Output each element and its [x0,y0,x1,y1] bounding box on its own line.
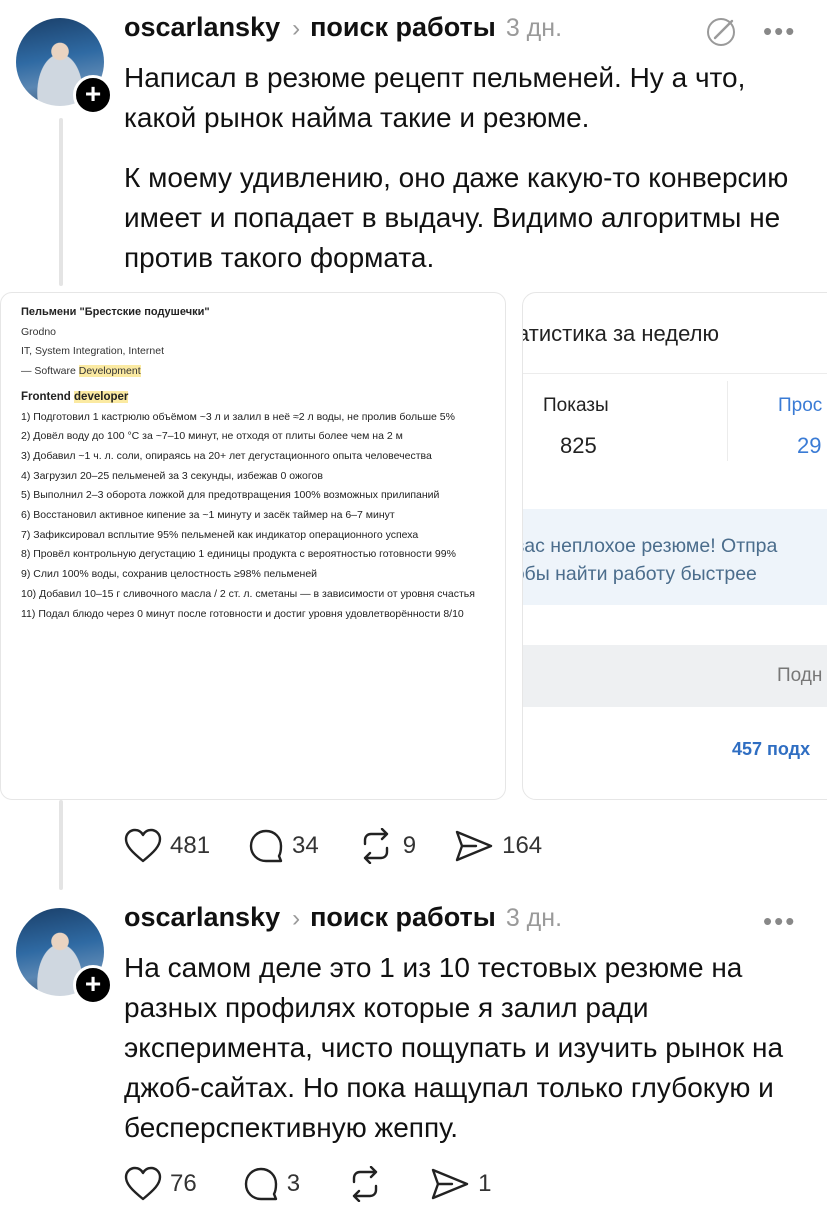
heart-icon [124,1166,162,1201]
list-item: 3) Добавил ~1 ч. л. соли, опираясь на 20… [21,449,432,462]
resume-industry: IT, System Integration, Internet [21,345,164,358]
repost-button[interactable] [346,1166,384,1202]
thread-line [59,800,63,890]
resume-role: Frontend developer [21,390,129,403]
divider [727,381,728,461]
comment-icon [244,1167,277,1201]
comment-count: 3 [286,1170,301,1197]
like-button[interactable]: 481 [124,828,210,864]
share-button[interactable]: 164 [454,828,542,864]
topic-tag[interactable]: поиск работы [310,12,496,43]
list-item: 1) Подготовил 1 кастрюлю объёмом ~3 л и … [21,410,455,423]
post-header: oscarlansky › поиск работы 3 дн. [124,902,562,942]
post-text: Написал в резюме рецепт пельменей. Ну а … [124,62,746,133]
divider [523,373,827,374]
resume-title: Пельмени "Брестские подушечки" [21,306,210,318]
views-label: Показы [543,395,609,416]
list-item: 10) Добавил 10–15 г сливочного масла / 2… [21,587,475,600]
post-header: oscarlansky › поиск работы 3 дн. [124,12,562,52]
post-text: К моему удивлению, оно даже какую-то кон… [124,162,789,273]
like-count: 76 [170,1170,197,1197]
heart-icon [124,828,162,863]
list-item: 2) Довёл воду до 100 °С за ~7–10 минут, … [21,430,403,443]
topic-tag[interactable]: поиск работы [310,902,496,933]
repost-button[interactable]: 9 [357,828,416,864]
promo-text: ' вас неплохое резюме! Отпра [522,535,778,557]
resume-experience-list: 1) Подготовил 1 кастрюлю объёмом ~3 л и … [21,408,491,625]
list-item: 4) Загрузил 20–25 пельменей за 3 секунды… [21,469,323,482]
boost-button[interactable]: Подн [523,645,827,707]
views-value: 825 [560,433,597,458]
more-options-icon[interactable]: ••• [763,906,796,937]
comment-button[interactable]: 34 [248,828,319,864]
edit-pen-icon[interactable] [704,15,738,49]
list-item: 5) Выполнил 2–3 оборота ложкой для предо… [21,489,440,502]
second-stat-label: Прос [778,395,823,416]
matching-vacancies-link[interactable]: 457 подх [732,739,810,760]
send-icon [431,1168,469,1200]
stats-image[interactable]: атистика за неделю Показы 825 Прос 29 ' … [522,292,827,800]
follow-plus-icon[interactable]: + [73,75,113,115]
repost-count: 9 [402,832,417,859]
repost-icon [363,828,388,864]
follow-plus-icon[interactable]: + [73,965,113,1005]
thread-post: + oscarlansky › поиск работы 3 дн. ••• Н… [0,890,827,1224]
post-text: На самом деле это 1 из 10 тестовых резюм… [124,952,784,1143]
list-item: 11) Подал блюдо через 0 минут после гото… [21,607,464,620]
list-item: 7) Зафиксировал всплытие 95% пельменей к… [21,528,419,541]
share-button[interactable]: 1 [430,1166,491,1202]
timestamp: 3 дн. [505,904,563,932]
send-icon [455,830,493,862]
chevron-right-icon: › [292,15,301,42]
stats-title: атистика за неделю [522,321,719,346]
comment-button[interactable]: 3 [243,1166,300,1202]
second-stat-value: 29 [797,433,822,458]
like-count: 481 [170,832,211,859]
comment-count: 34 [292,832,319,859]
share-count: 164 [502,832,543,859]
post-actions: 481 34 9 164 [124,826,580,866]
resume-city: Grodno [21,325,57,338]
list-item: 9) Слил 100% воды, сохранив целостность … [21,568,318,581]
comment-icon [249,829,283,863]
promo-banner: ' вас неплохое резюме! Отпра тобы найти … [522,509,827,605]
promo-text: тобы найти работу быстрее [522,563,757,585]
more-options-icon[interactable]: ••• [763,16,796,47]
list-item: 8) Провёл контрольную дегустацию 1 едини… [21,548,456,561]
resume-specialization: — Software Development [21,365,141,378]
boost-button-label: Подн [777,665,823,686]
resume-image[interactable]: Пельмени "Брестские подушечки" Grodno IT… [0,292,506,800]
list-item: 6) Восстановил активное кипение за ~1 ми… [21,509,395,522]
username[interactable]: oscarlansky [124,902,280,933]
thread-line [59,118,63,286]
chevron-right-icon: › [292,905,301,932]
timestamp: 3 дн. [505,14,563,42]
thread-post: + oscarlansky › поиск работы 3 дн. ••• Н… [0,0,827,890]
share-count: 1 [478,1170,492,1197]
repost-icon [352,1166,378,1202]
like-button[interactable]: 76 [124,1166,197,1202]
post-actions: 76 3 1 [124,1164,529,1204]
username[interactable]: oscarlansky [124,12,280,43]
